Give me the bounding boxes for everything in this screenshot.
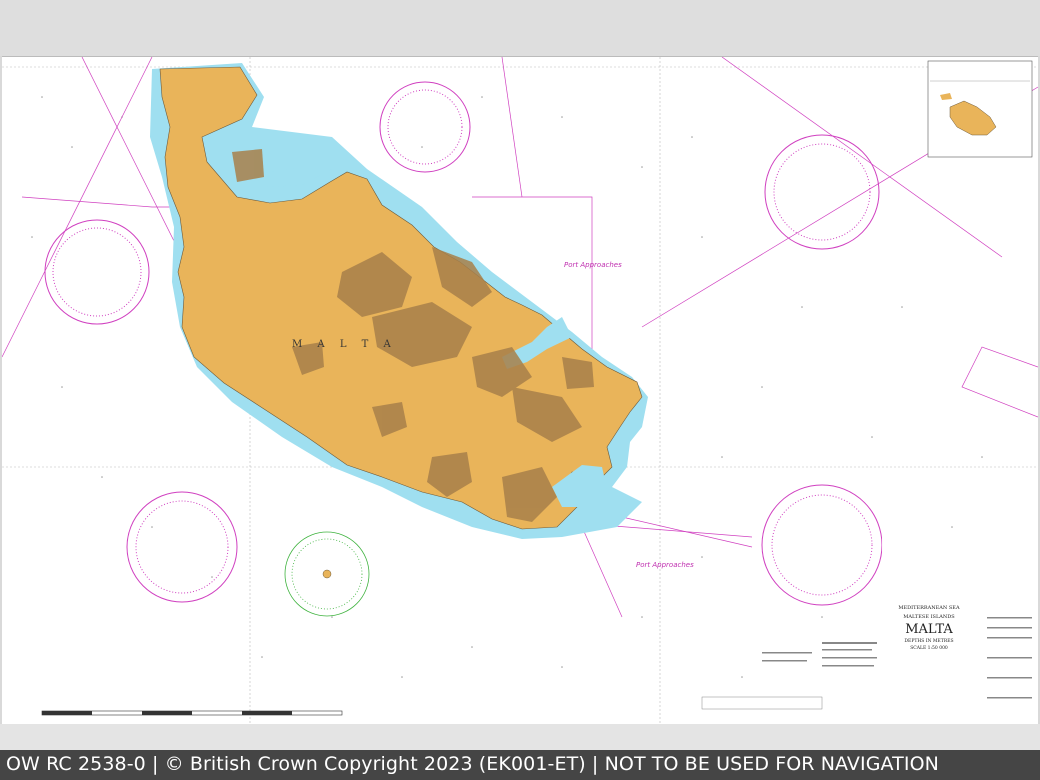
inset-map: [927, 60, 1033, 158]
island-label: M A L T A: [292, 339, 397, 350]
bottom-margin: [0, 724, 1040, 750]
footer-bar: OW RC 2538-0 | © British Crown Copyright…: [0, 750, 1040, 780]
chart-scale: SCALE 1:50 000: [910, 645, 948, 651]
chart-sea-title: MEDITERRANEAN SEA: [898, 605, 960, 611]
copyright-notice: OW RC 2538-0 | © British Crown Copyright…: [6, 753, 939, 775]
chart-main-title: MALTA: [905, 622, 953, 637]
chart-depths: DEPTHS IN METRES: [904, 638, 953, 644]
legend-text-blocks: [701, 617, 1032, 710]
filfla-islet: [322, 569, 332, 579]
nautical-chart[interactable]: M A L T A Port Approaches Port Approache…: [2, 56, 1038, 725]
chart-canvas: M A L T A Port Approaches Port Approache…: [2, 57, 1038, 725]
port-approaches-label-2: Port Approaches: [636, 561, 694, 569]
chart-group-title: MALTESE ISLANDS: [903, 614, 955, 620]
scale-bar: [41, 710, 343, 716]
top-margin: [0, 0, 1040, 56]
port-approaches-label-1: Port Approaches: [564, 261, 622, 269]
